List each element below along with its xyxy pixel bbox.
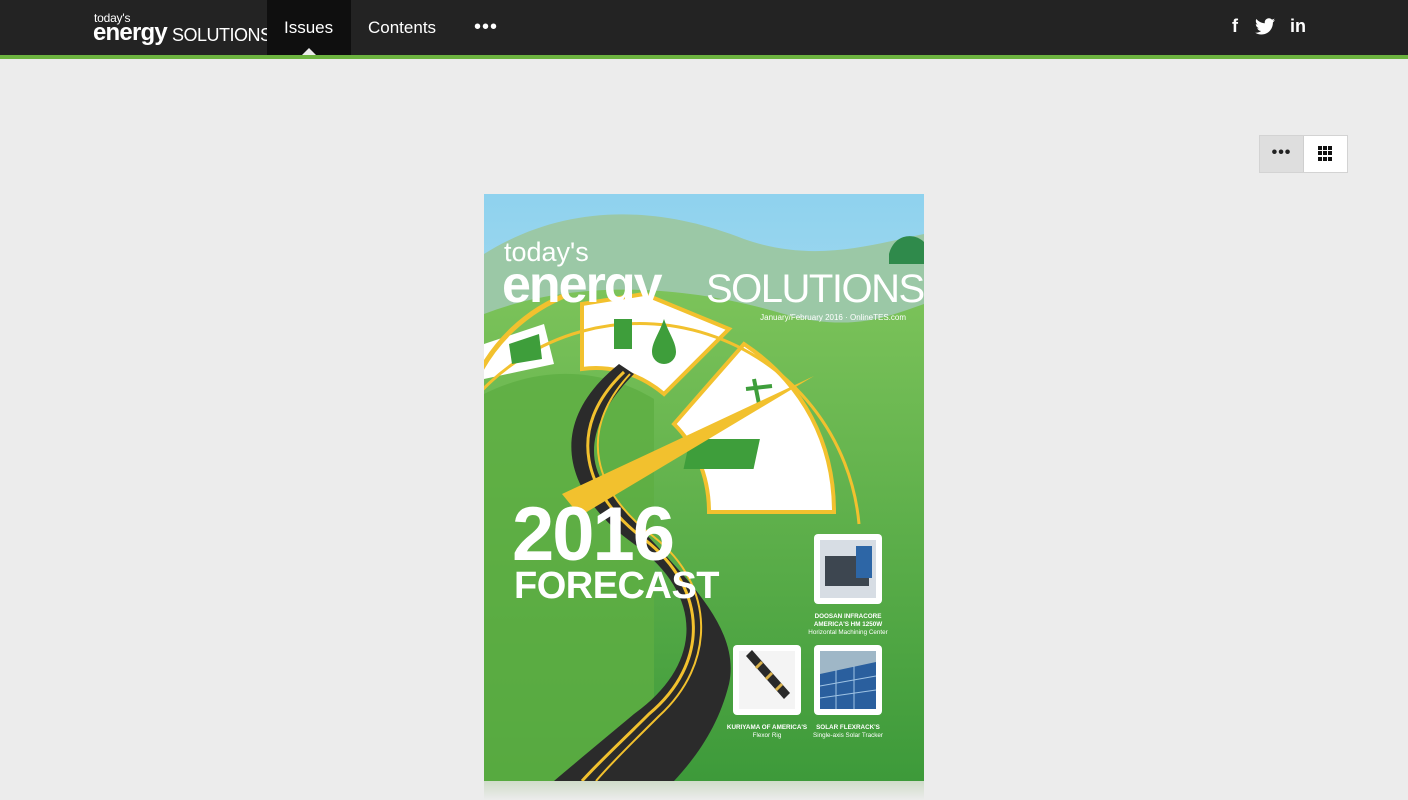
twitter-bird-glyph (1255, 18, 1275, 35)
logo-solutions: SOLUTIONS (172, 25, 272, 45)
top-navigation-bar: today's energy SOLUTIONS Issues Contents… (0, 0, 1408, 56)
grid-icon (1318, 146, 1333, 161)
cover-reflection (484, 781, 924, 800)
issue-cover[interactable]: today's energy SOLUTIONS January/Februar… (484, 194, 924, 781)
facebook-icon[interactable]: f (1222, 13, 1248, 39)
topbar-accent-stripe (0, 55, 1408, 59)
twitter-icon[interactable] (1252, 13, 1278, 39)
more-menu-icon[interactable]: ••• (457, 0, 515, 55)
cover-caption-kuriyama-2: Flexor Rig (753, 732, 782, 739)
cover-caption-solar-2: Single-axis Solar Tracker (813, 732, 883, 739)
cover-thumb-doosan (814, 534, 882, 604)
site-logo[interactable]: today's energy SOLUTIONS (93, 12, 272, 47)
cover-caption-solar-1: SOLAR FLEXRACK'S (816, 724, 880, 731)
cover-masthead-solutions: SOLUTIONS (706, 267, 924, 311)
cover-caption-doosan-2: AMERICA'S HM 1250W (814, 621, 882, 628)
cover-caption-doosan-3: Horizontal Machining Center (808, 629, 887, 636)
cover-artwork: today's energy SOLUTIONS January/Februar… (484, 194, 924, 781)
grid-view-button[interactable] (1304, 136, 1348, 172)
cover-thumb-kuriyama (733, 645, 801, 715)
logo-energy: energy (93, 19, 168, 46)
list-view-button[interactable]: ••• (1260, 136, 1304, 172)
cover-dateline: January/February 2016 · OnlineTES.com (760, 313, 906, 322)
linkedin-icon[interactable]: in (1285, 13, 1311, 39)
view-toggle: ••• (1259, 135, 1348, 173)
nav-tab-contents-label: Contents (368, 18, 437, 37)
cover-thumb-solar (814, 645, 882, 715)
cover-caption-kuriyama-1: KURIYAMA OF AMERICA'S (727, 724, 807, 731)
nav-tab-issues-label: Issues (284, 18, 334, 37)
cover-headline-word: FORECAST (514, 565, 719, 607)
cover-masthead-energy: energy (502, 256, 663, 314)
nav-tab-contents[interactable]: Contents (351, 0, 453, 55)
cover-caption-doosan-1: DOOSAN INFRACORE (815, 613, 882, 620)
nav-tab-issues[interactable]: Issues (267, 0, 351, 56)
